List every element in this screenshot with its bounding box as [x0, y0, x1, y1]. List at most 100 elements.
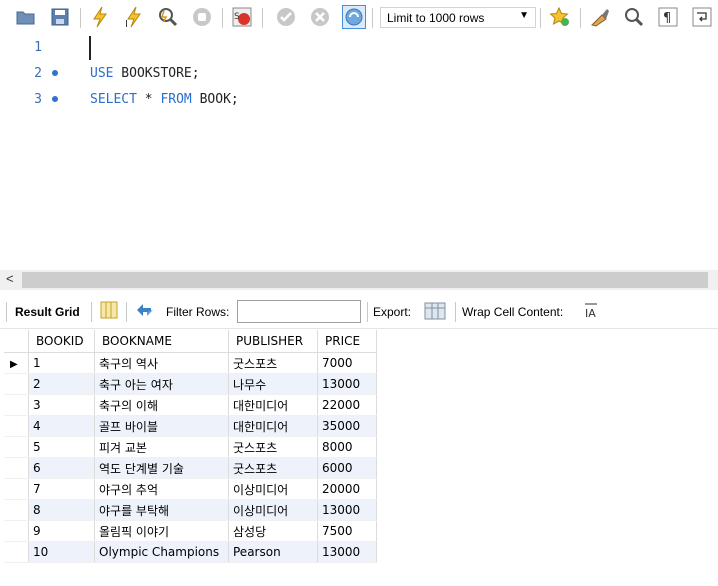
line-number: 2 [34, 66, 42, 81]
scroll-left-arrow[interactable]: < [6, 271, 14, 286]
filter-rows-input[interactable] [237, 300, 361, 323]
cell-price[interactable]: 7000 [317, 352, 377, 374]
row-header[interactable] [4, 478, 29, 500]
row-header[interactable] [4, 541, 29, 563]
cell-price[interactable]: 13000 [317, 373, 377, 395]
rollback-icon[interactable] [308, 5, 332, 29]
cell-bookname[interactable]: 역도 단계별 기술 [94, 457, 229, 479]
limit-rows-select[interactable]: Limit to 1000 rows ▼ [380, 7, 536, 28]
wrap-cell-content-label: Wrap Cell Content: [462, 305, 564, 319]
cell-publisher[interactable]: 굿스포츠 [228, 436, 318, 458]
bookmark-icon[interactable] [548, 5, 572, 29]
explain-icon[interactable] [156, 5, 180, 29]
cell-bookname[interactable]: 축구의 역사 [94, 352, 229, 374]
table-row[interactable]: 6 역도 단계별 기술 굿스포츠 6000 [4, 457, 377, 479]
cell-bookid[interactable]: 2 [28, 373, 95, 395]
cell-price[interactable]: 35000 [317, 415, 377, 437]
export-icon[interactable] [424, 301, 446, 324]
row-header[interactable]: ▶ [4, 352, 29, 374]
row-header[interactable] [4, 457, 29, 479]
cell-bookname[interactable]: 축구 아는 여자 [94, 373, 229, 395]
cell-price[interactable]: 22000 [317, 394, 377, 416]
table-row[interactable]: ▶ 1 축구의 역사 굿스포츠 7000 [4, 352, 377, 374]
table-row[interactable]: 5 피겨 교본 굿스포츠 8000 [4, 436, 377, 458]
execute-icon[interactable] [88, 5, 112, 29]
row-header[interactable] [4, 436, 29, 458]
autocommit-icon[interactable] [342, 5, 366, 29]
cell-bookname[interactable]: 피겨 교본 [94, 436, 229, 458]
cell-publisher[interactable]: 대한미디어 [228, 415, 318, 437]
cell-publisher[interactable]: 굿스포츠 [228, 352, 318, 374]
cell-price[interactable]: 13000 [317, 541, 377, 563]
cell-bookid[interactable]: 6 [28, 457, 95, 479]
cell-publisher[interactable]: 이상미디어 [228, 478, 318, 500]
cell-publisher[interactable]: Pearson [228, 541, 318, 563]
find-icon[interactable] [622, 5, 646, 29]
execute-current-icon[interactable]: I [122, 5, 146, 29]
table-row[interactable]: 9 올림픽 이야기 삼성당 7500 [4, 520, 377, 542]
cell-price[interactable]: 7500 [317, 520, 377, 542]
cell-bookname[interactable]: 야구의 추억 [94, 478, 229, 500]
wrap-icon[interactable] [690, 5, 714, 29]
table-row[interactable]: 7 야구의 추억 이상미디어 20000 [4, 478, 377, 500]
statement-marker-icon [52, 70, 58, 76]
table-row[interactable]: 3 축구의 이해 대한미디어 22000 [4, 394, 377, 416]
cell-bookname[interactable]: 축구의 이해 [94, 394, 229, 416]
table-row[interactable]: 4 골프 바이블 대한미디어 35000 [4, 415, 377, 437]
row-header[interactable] [4, 520, 29, 542]
cell-bookname[interactable]: Olympic Champions [94, 541, 229, 563]
beautify-icon[interactable] [588, 5, 612, 29]
sql-editor[interactable]: 1 2 USE BOOKSTORE; 3 SELECT * FROM BOOK; [0, 36, 718, 270]
cell-price[interactable]: 6000 [317, 457, 377, 479]
cell-bookid[interactable]: 9 [28, 520, 95, 542]
limit-rows-value: Limit to 1000 rows [387, 11, 485, 25]
invisible-chars-icon[interactable]: ¶ [656, 5, 680, 29]
line-number: 3 [34, 92, 42, 107]
save-icon[interactable] [48, 5, 72, 29]
row-header[interactable] [4, 373, 29, 395]
open-folder-icon[interactable] [14, 5, 38, 29]
cell-bookid[interactable]: 10 [28, 541, 95, 563]
row-header[interactable] [4, 394, 29, 416]
cell-bookid[interactable]: 5 [28, 436, 95, 458]
wrap-cell-icon[interactable]: IA [583, 302, 599, 323]
cell-bookid[interactable]: 1 [28, 352, 95, 374]
column-header-publisher[interactable]: PUBLISHER [228, 330, 318, 353]
cell-publisher[interactable]: 삼성당 [228, 520, 318, 542]
form-editor-icon[interactable] [100, 301, 118, 322]
cell-bookid[interactable]: 7 [28, 478, 95, 500]
cell-bookname[interactable]: 골프 바이블 [94, 415, 229, 437]
toggle-error-icon[interactable]: S [230, 5, 254, 29]
column-header-bookid[interactable]: BOOKID [28, 330, 95, 353]
cell-bookid[interactable]: 8 [28, 499, 95, 521]
row-header[interactable] [4, 499, 29, 521]
code-line[interactable]: USE BOOKSTORE; [90, 66, 200, 81]
cell-publisher[interactable]: 굿스포츠 [228, 457, 318, 479]
table-row[interactable]: 10 Olympic Champions Pearson 13000 [4, 541, 377, 563]
editor-horizontal-scrollbar[interactable]: < [0, 270, 718, 290]
stop-icon[interactable] [190, 5, 214, 29]
cell-bookid[interactable]: 4 [28, 415, 95, 437]
cell-bookid[interactable]: 3 [28, 394, 95, 416]
code-line[interactable]: SELECT * FROM BOOK; [90, 92, 239, 107]
sql-text: BOOKSTORE; [113, 66, 200, 81]
result-grid-tab[interactable]: Result Grid [15, 305, 80, 319]
cell-publisher[interactable]: 나무수 [228, 373, 318, 395]
cell-publisher[interactable]: 대한미디어 [228, 394, 318, 416]
cell-price[interactable]: 20000 [317, 478, 377, 500]
row-header[interactable] [4, 415, 29, 437]
table-row[interactable]: 2 축구 아는 여자 나무수 13000 [4, 373, 377, 395]
cell-price[interactable]: 8000 [317, 436, 377, 458]
column-header-price[interactable]: PRICE [317, 330, 377, 353]
cell-publisher[interactable]: 이상미디어 [228, 499, 318, 521]
table-row[interactable]: 8 야구를 부탁해 이상미디어 13000 [4, 499, 377, 521]
cell-bookname[interactable]: 올림픽 이야기 [94, 520, 229, 542]
scrollbar-thumb[interactable] [22, 272, 708, 288]
refresh-icon[interactable] [134, 301, 156, 322]
column-header-bookname[interactable]: BOOKNAME [94, 330, 229, 353]
cell-price[interactable]: 13000 [317, 499, 377, 521]
sql-text: BOOK; [191, 92, 239, 107]
svg-text:IA: IA [585, 307, 596, 320]
commit-icon[interactable] [274, 5, 298, 29]
cell-bookname[interactable]: 야구를 부탁해 [94, 499, 229, 521]
